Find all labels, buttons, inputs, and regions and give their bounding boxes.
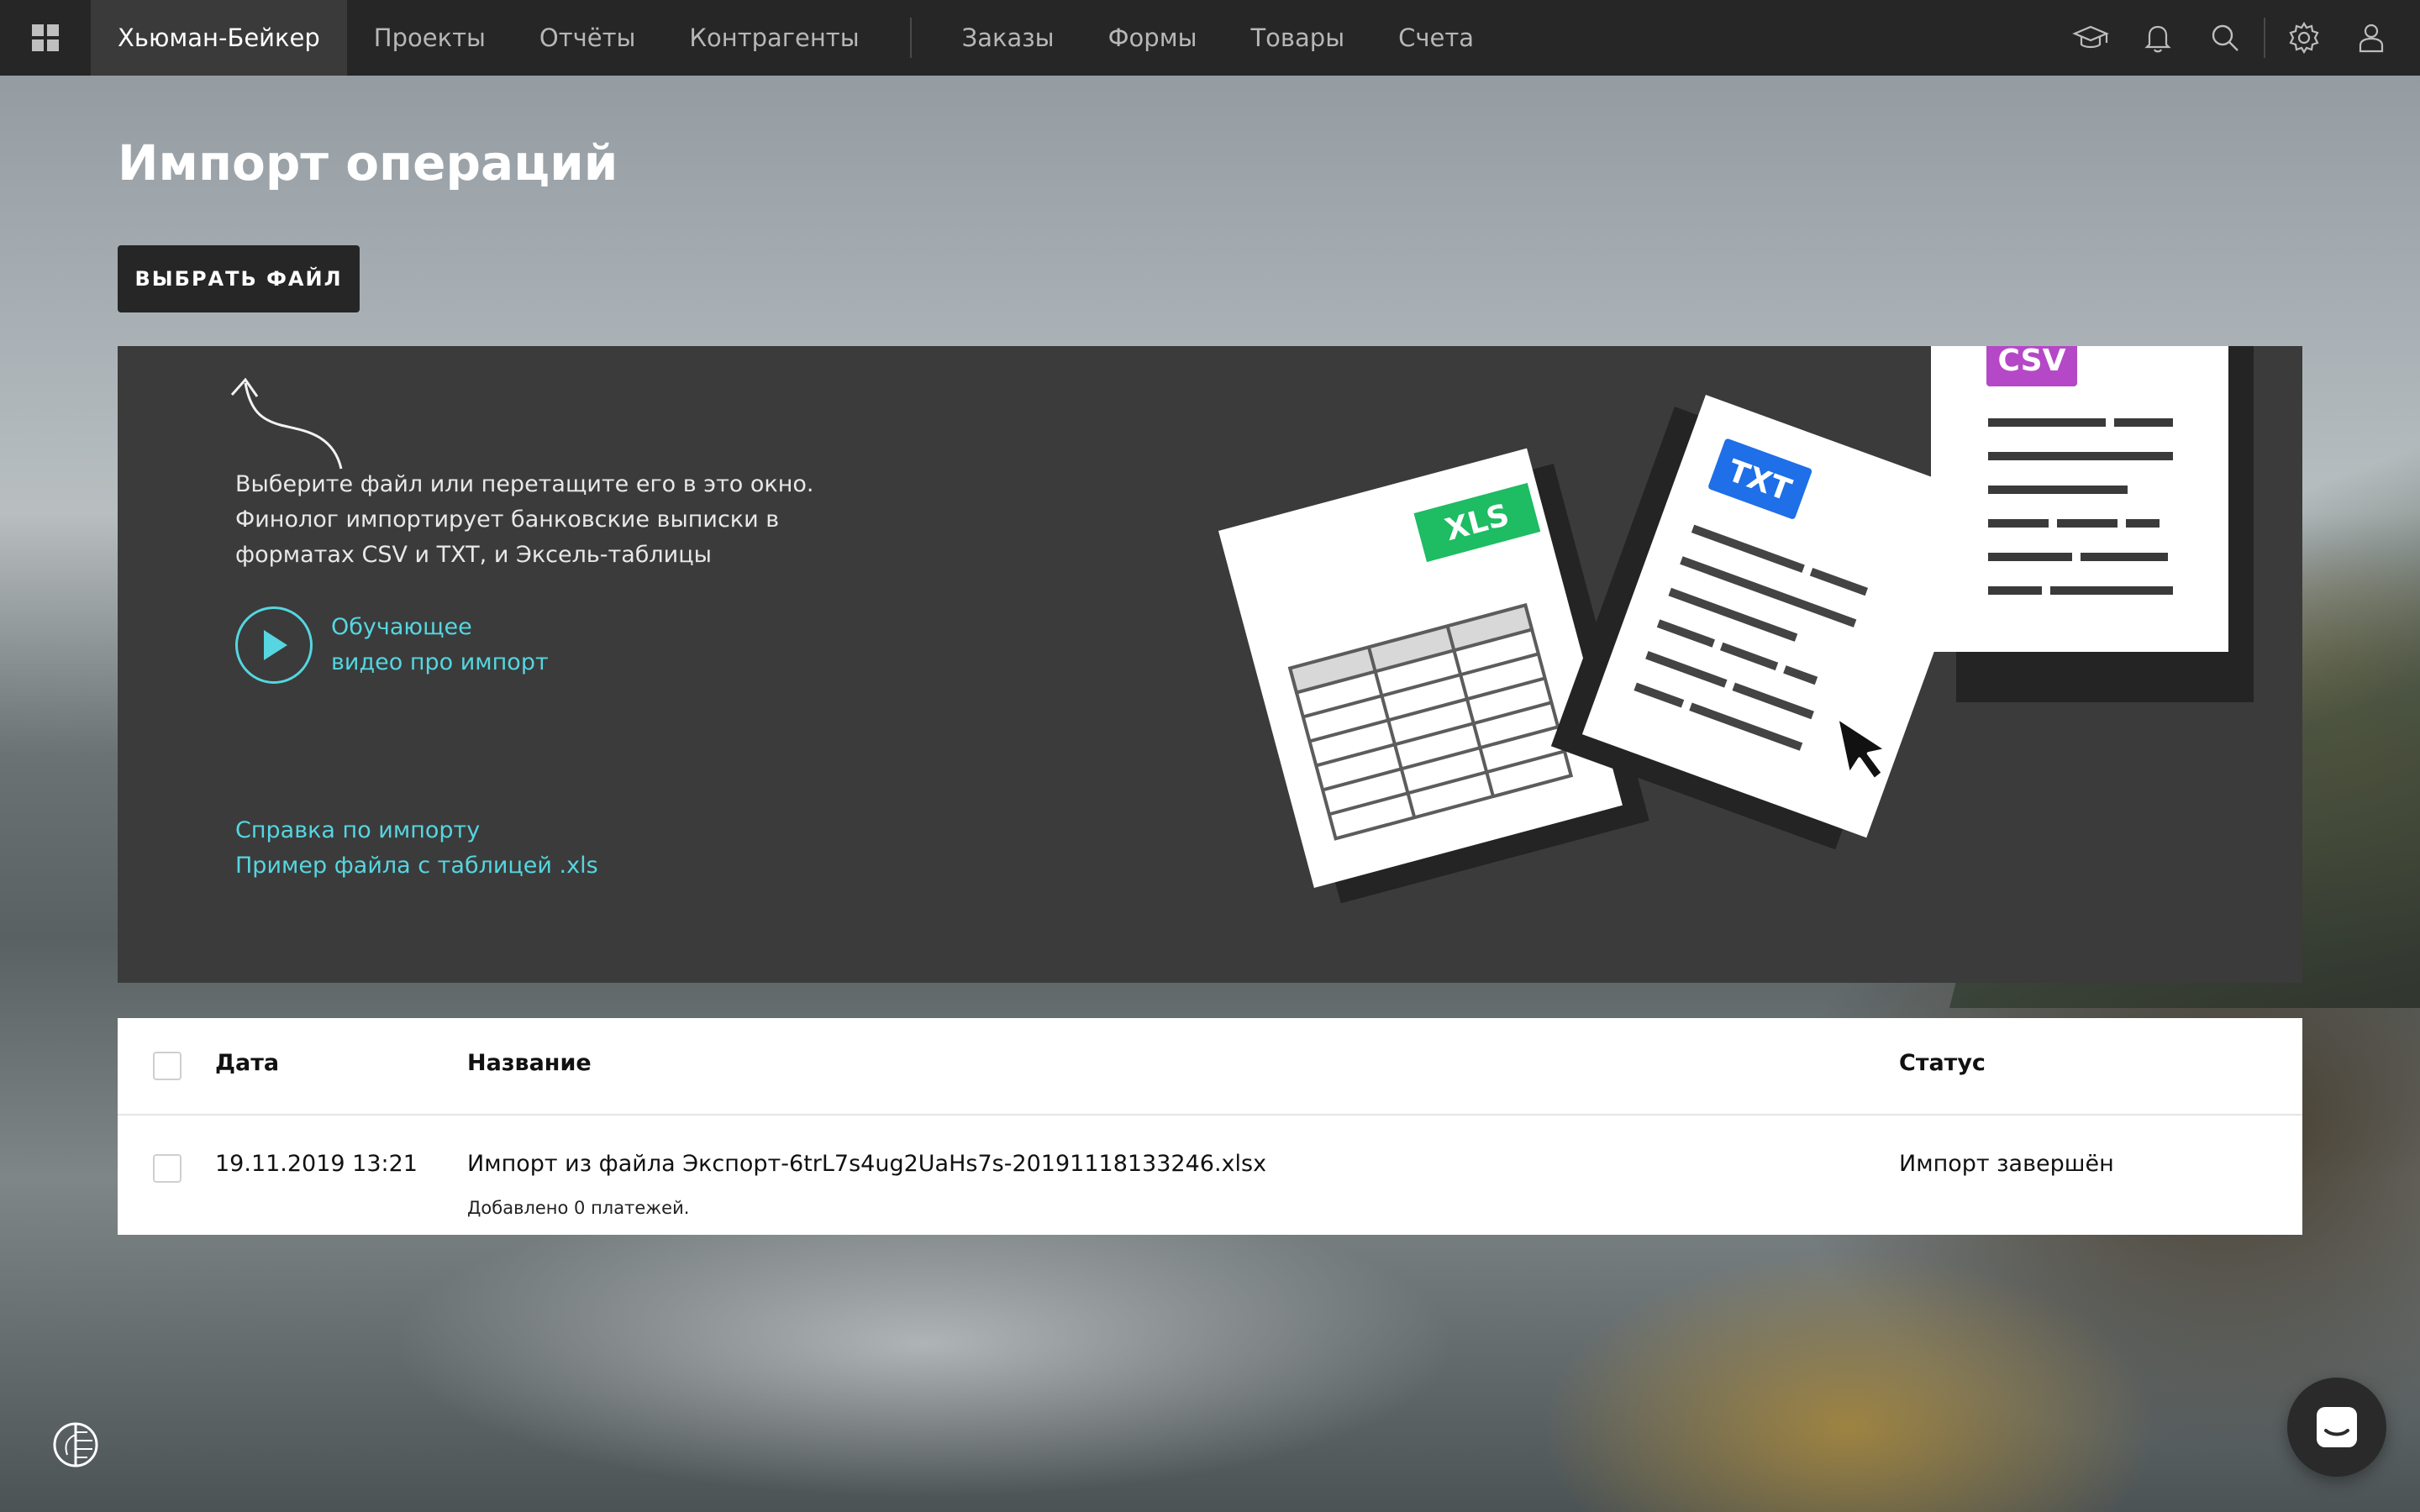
table-header: Дата Название Статус xyxy=(118,1018,2302,1116)
nav-reports[interactable]: Отчёты xyxy=(513,0,663,76)
row-status: Импорт завершён xyxy=(1899,1151,2114,1177)
nav-invoices[interactable]: Счета xyxy=(1371,0,1501,76)
nav-forms[interactable]: Формы xyxy=(1081,0,1224,76)
app-logo-icon[interactable] xyxy=(50,1420,101,1470)
column-header-date[interactable]: Дата xyxy=(215,1050,279,1076)
select-all-checkbox[interactable] xyxy=(153,1052,182,1080)
chat-icon xyxy=(2317,1407,2357,1447)
graduation-cap-icon[interactable] xyxy=(2057,0,2124,76)
bell-icon[interactable] xyxy=(2124,0,2191,76)
top-nav: Хьюман-Бейкер Проекты Отчёты Контрагенты… xyxy=(0,0,2420,76)
choose-file-button[interactable]: ВЫБРАТЬ ФАЙЛ xyxy=(118,245,360,312)
table-row[interactable]: 19.11.2019 13:21 Импорт из файла Экспорт… xyxy=(118,1116,2302,1235)
file-types-illustration: XLS TXT CSV xyxy=(1218,346,2254,904)
gear-icon[interactable] xyxy=(2270,0,2338,76)
nav-products[interactable]: Товары xyxy=(1223,0,1371,76)
imports-table: Дата Название Статус 19.11.2019 13:21 Им… xyxy=(118,1018,2302,1235)
csv-document-icon xyxy=(1931,346,2228,652)
file-drop-zone[interactable]: Выберите файл или перетащите его в это о… xyxy=(118,346,2302,983)
csv-badge-label: CSV xyxy=(1998,346,2066,378)
user-icon[interactable] xyxy=(2338,0,2405,76)
apps-grid-icon[interactable] xyxy=(0,0,91,76)
nav-divider xyxy=(909,18,912,58)
row-name[interactable]: Импорт из файла Экспорт-6trL7s4ug2UaHs7s… xyxy=(467,1151,1266,1177)
nav-projects[interactable]: Проекты xyxy=(347,0,513,76)
row-subtitle: Добавлено 0 платежей. xyxy=(467,1198,690,1218)
search-icon[interactable] xyxy=(2191,0,2259,76)
row-checkbox[interactable] xyxy=(153,1154,182,1183)
row-date: 19.11.2019 13:21 xyxy=(215,1151,418,1177)
nav-company[interactable]: Хьюман-Бейкер xyxy=(91,0,347,76)
chat-support-button[interactable] xyxy=(2287,1378,2386,1477)
column-header-name[interactable]: Название xyxy=(467,1050,592,1076)
nav-orders[interactable]: Заказы xyxy=(935,0,1081,76)
page-title: Импорт операций xyxy=(118,134,618,192)
nav-counterparties[interactable]: Контрагенты xyxy=(662,0,886,76)
nav-right-divider xyxy=(2264,18,2265,58)
column-header-status[interactable]: Статус xyxy=(1899,1050,1986,1076)
